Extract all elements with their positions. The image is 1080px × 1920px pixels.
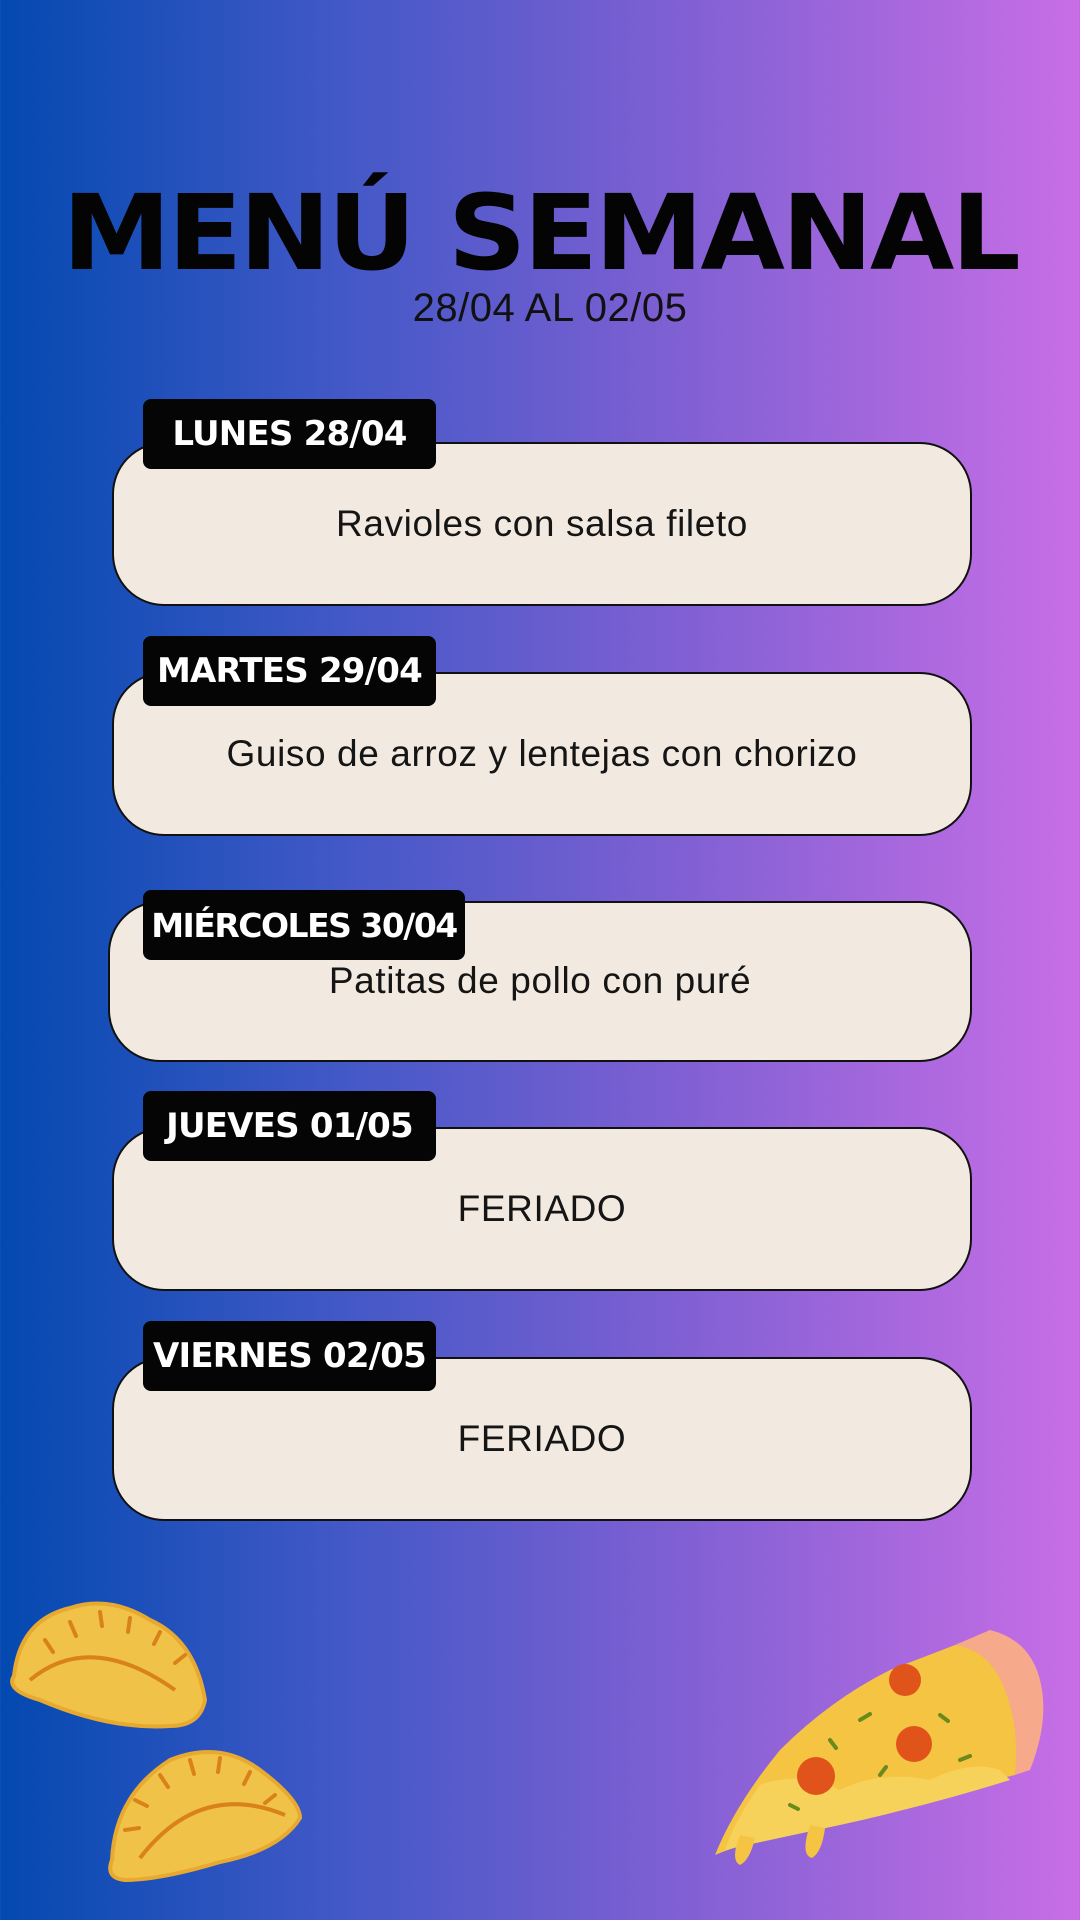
- week-range: 28/04 AL 02/05: [412, 286, 688, 330]
- day-label-lunes: LUNES 28/04: [143, 399, 436, 469]
- empanada-icon: [10, 1601, 303, 1883]
- day-dish: FERIADO: [457, 1418, 627, 1459]
- day-label-jueves: JUEVES 01/05: [143, 1091, 436, 1161]
- menu-title: MENÚ SEMANAL: [62, 172, 1021, 294]
- day-dish: Ravioles con salsa fileto: [336, 503, 748, 544]
- day-label-miercoles: MIÉRCOLES 30/04: [143, 890, 465, 960]
- day-dish: Patitas de pollo con puré: [328, 959, 752, 1001]
- day-label-martes: MARTES 29/04: [143, 636, 436, 706]
- day-label-viernes: VIERNES 02/05: [143, 1321, 436, 1391]
- day-dish: Guiso de arroz y lentejas con chorizo: [226, 733, 858, 774]
- pizza-slice-icon: [715, 1630, 1044, 1865]
- day-dish: FERIADO: [457, 1188, 627, 1229]
